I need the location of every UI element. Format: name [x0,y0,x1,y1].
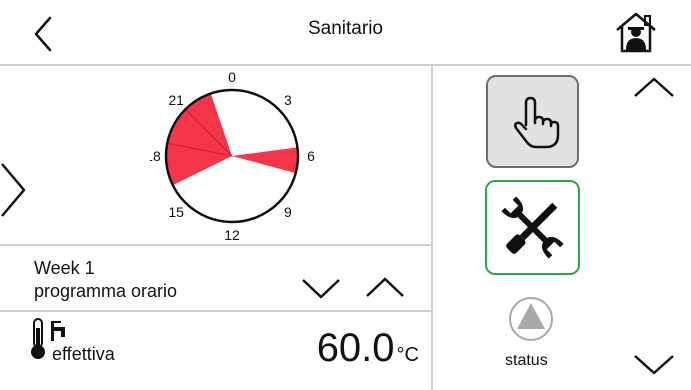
temperature-unit: °C [396,344,419,366]
schedule-subtitle: programma orario [34,281,178,301]
page-title: Sanitario [308,18,383,39]
clock-hour-label: 21 [168,92,184,108]
clock-hour-label: 18 [150,148,161,164]
settings-tools-button[interactable] [485,180,580,275]
temperature-label: effettiva [52,344,115,364]
status-label: status [505,352,548,369]
thermometer-icon [30,318,46,360]
clock-hour-label: 15 [168,204,184,220]
clock-hour-label: 9 [284,204,292,220]
home-button[interactable] [614,10,658,54]
header-divider [0,64,691,66]
left-arrow-icon [1,163,26,217]
status-indicator-icon [508,296,554,342]
clock-dial: 0 3 6 9 12 15 18 21 [145,69,315,243]
clock-hour-label: 12 [224,227,240,243]
chevron-up-icon [366,277,404,297]
temperature-value: 60.0 [316,326,395,370]
schedule-divider [0,310,431,312]
temperature-readout: 60.0 °C [317,326,419,371]
week-label: Week 1 [34,258,95,278]
clock-hour-label: 0 [228,69,236,85]
tap-icon [50,320,70,342]
scroll-down-icon [634,355,674,375]
chevron-down-icon [302,279,340,299]
schedule-clock[interactable]: 0 3 6 9 12 15 18 21 [145,60,320,245]
home-icon [616,12,656,53]
clock-hour-label: 6 [307,148,315,164]
tools-icon [501,196,564,259]
scroll-up-button[interactable] [632,74,676,102]
left-nav-button[interactable] [0,160,28,220]
hand-icon [513,96,560,149]
schedule-up-button[interactable] [364,272,406,302]
clock-hour-label: 3 [284,92,292,108]
scroll-down-button[interactable] [632,350,676,378]
manual-mode-button[interactable] [486,75,579,168]
panel-divider [431,66,433,390]
schedule-down-button[interactable] [300,272,342,302]
scroll-up-icon [634,77,674,97]
